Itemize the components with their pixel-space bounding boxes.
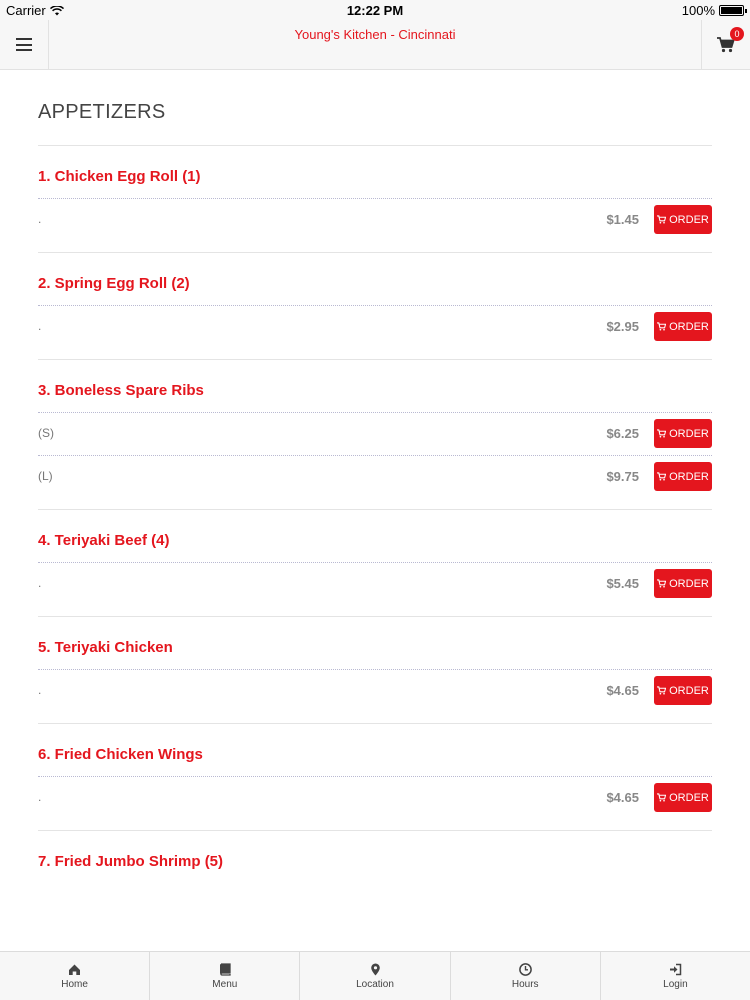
cart-button[interactable]: 0 [701, 20, 750, 69]
menu-item: 7. Fried Jumbo Shrimp (5) [38, 830, 712, 894]
menu-item: 5. Teriyaki Chicken. $4.65 ORDER [38, 616, 712, 723]
cart-small-icon [657, 322, 667, 331]
variant-label: (L) [38, 469, 53, 483]
menu-item-variant: (S) $6.25 ORDER [38, 412, 712, 455]
order-button-label: ORDER [669, 791, 709, 804]
cart-small-icon [657, 686, 667, 695]
home-icon [69, 964, 81, 975]
menu-item: 4. Teriyaki Beef (4). $5.45 ORDER [38, 509, 712, 616]
menu-item: 3. Boneless Spare Ribs (S) $6.25 ORDER (L) $9… [38, 359, 712, 509]
menu-item: 1. Chicken Egg Roll (1). $1.45 ORDER [38, 145, 712, 252]
order-button-label: ORDER [669, 470, 709, 483]
menu-item-variant: . $1.45 ORDER [38, 198, 712, 241]
section-title: APPETIZERS [38, 101, 166, 123]
variant-label: . [38, 683, 42, 697]
variant-label: . [38, 319, 42, 333]
tab-home[interactable]: Home [0, 952, 151, 1000]
status-time: 12:22 PM [346, 3, 404, 18]
order-button-label: ORDER [669, 427, 709, 440]
tab-label: Menu [212, 978, 238, 990]
tab-menu[interactable]: Menu [150, 952, 301, 1000]
order-button[interactable]: ORDER [654, 205, 712, 234]
status-right: 100% [681, 3, 747, 18]
menu-item-name[interactable]: 3. Boneless Spare Ribs [38, 382, 712, 400]
cart-small-icon [657, 215, 667, 224]
menu-item-list: 1. Chicken Egg Roll (1). $1.45 ORDER 2. Spr… [38, 145, 712, 894]
menu-button[interactable] [0, 20, 49, 69]
cart-count-badge: 0 [730, 26, 744, 41]
menu-item-name[interactable]: 6. Fried Chicken Wings [38, 746, 712, 764]
menu-item-name[interactable]: 7. Fried Jumbo Shrimp (5) [38, 853, 712, 871]
status-bar: Carrier 12:22 PM 100% [0, 0, 750, 20]
order-button[interactable]: ORDER [654, 676, 712, 705]
page-title: Young's Kitchen - Cincinnati [294, 27, 456, 42]
variant-price: $5.45 [606, 576, 639, 591]
order-button[interactable]: ORDER [654, 783, 712, 812]
tab-label: Home [61, 978, 88, 990]
book-icon [220, 962, 231, 976]
cart-icon: 0 [717, 26, 744, 53]
hamburger-icon [16, 38, 32, 51]
menu-item: 6. Fried Chicken Wings. $4.65 ORDER [38, 723, 712, 830]
order-button-label: ORDER [669, 320, 709, 333]
battery-percent: 100% [681, 3, 715, 18]
tab-label: Login [663, 978, 688, 990]
order-button[interactable]: ORDER [654, 312, 712, 341]
variant-price: $6.25 [606, 426, 639, 441]
order-button-label: ORDER [669, 577, 709, 590]
variant-label: (S) [38, 426, 54, 440]
map-pin-icon [370, 963, 380, 975]
menu-item-name[interactable]: 2. Spring Egg Roll (2) [38, 275, 712, 293]
cart-small-icon [657, 472, 667, 481]
order-button-label: ORDER [669, 213, 709, 226]
cart-small-icon [657, 429, 667, 438]
menu-item-variant: . $2.95 ORDER [38, 305, 712, 348]
tab-label: Location [356, 978, 394, 990]
menu-item-variant: (L) $9.75 ORDER [38, 455, 712, 498]
menu-item-variant: . $4.65 ORDER [38, 776, 712, 819]
cart-small-icon [657, 579, 667, 588]
cart-small-icon [657, 793, 667, 802]
order-button-label: ORDER [669, 684, 709, 697]
menu-item-name[interactable]: 1. Chicken Egg Roll (1) [38, 168, 712, 186]
variant-label: . [38, 790, 42, 804]
tab-hours[interactable]: Hours [451, 952, 601, 1000]
order-button[interactable]: ORDER [654, 419, 712, 448]
variant-price: $9.75 [606, 469, 639, 484]
tab-label: Hours [511, 978, 539, 990]
tab-location[interactable]: Location [300, 952, 451, 1000]
menu-content: APPETIZERS 1. Chicken Egg Roll (1). $1.45… [0, 71, 750, 951]
clock-icon [518, 962, 532, 976]
battery-icon [719, 5, 747, 16]
variant-label: . [38, 212, 42, 226]
variant-price: $4.65 [606, 790, 639, 805]
tab-login[interactable]: Login [601, 952, 750, 1000]
menu-item-name[interactable]: 5. Teriyaki Chicken [38, 639, 712, 657]
variant-price: $1.45 [606, 212, 639, 227]
variant-price: $2.95 [606, 319, 639, 334]
menu-item: 2. Spring Egg Roll (2). $2.95 ORDER [38, 252, 712, 359]
login-icon [669, 963, 682, 975]
order-button[interactable]: ORDER [654, 462, 712, 491]
menu-item-variant: . $4.65 ORDER [38, 669, 712, 712]
order-button[interactable]: ORDER [654, 569, 712, 598]
app-header: Young's Kitchen - Cincinnati 0 [0, 20, 750, 70]
bottom-tab-bar: Home Menu Location Hours Login [0, 951, 750, 1000]
menu-item-name[interactable]: 4. Teriyaki Beef (4) [38, 532, 712, 550]
variant-price: $4.65 [606, 683, 639, 698]
variant-label: . [38, 576, 42, 590]
menu-item-variant: . $5.45 ORDER [38, 562, 712, 605]
